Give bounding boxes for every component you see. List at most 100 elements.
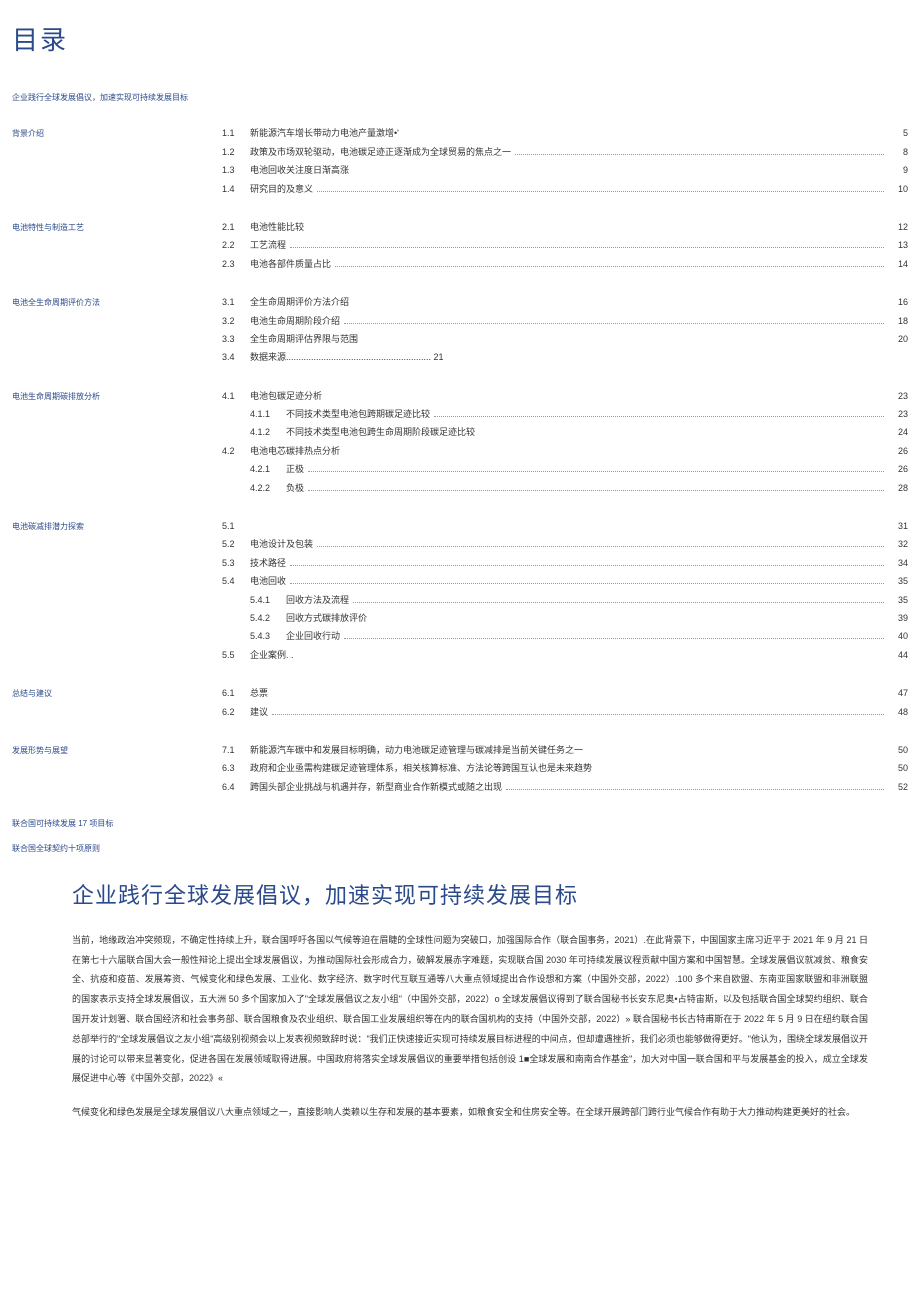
toc-section-heading[interactable]: 电池全生命周期评价方法: [12, 295, 222, 310]
toc-entry[interactable]: 4.2.1正极 26: [222, 462, 908, 476]
toc-entry[interactable]: 5.2电池设计及包装32: [222, 537, 908, 551]
toc-entry-page: 23: [888, 389, 908, 403]
toc-entry-number: 6.2: [222, 705, 250, 719]
toc-entry[interactable]: 5.4电池回收 35: [222, 574, 908, 588]
toc-entry-page: 28: [888, 481, 908, 495]
toc-entry-number: 1.1: [222, 126, 250, 140]
toc-section-heading[interactable]: 电池特性与制造工艺: [12, 220, 222, 235]
toc-section-heading[interactable]: 电池生命周期碳排放分析: [12, 389, 222, 404]
toc-entry-text: 回收方法及流程: [286, 593, 349, 607]
toc-entry[interactable]: 3.1全生命周期评价方法介绍16: [222, 295, 908, 309]
toc-entry-text: 回收方式碳排放评价: [286, 611, 367, 625]
toc-entry-page: 23: [888, 407, 908, 421]
toc-entry[interactable]: 1.2政策及市场双轮驱动，电池碳足迹正逐渐成为全球贸易的焦点之一8: [222, 145, 908, 159]
toc-entry-number: 3.2: [222, 314, 250, 328]
toc-entry-number: 4.2.1: [222, 462, 286, 476]
toc-section: 发展形势与展望7.1新能源汽车碳中和发展目标明确，动力电池碳足迹管理与碳减排是当…: [12, 743, 908, 798]
toc-entry-text: 跨国头部企业挑战与机遇并存，新型商业合作新模式或随之出现: [250, 780, 502, 794]
toc-leader-dots: [290, 247, 884, 248]
toc-entry[interactable]: 5.4.1回收方法及流程35: [222, 593, 908, 607]
toc-entry[interactable]: 1.4研究目的及意义10: [222, 182, 908, 196]
toc-entry-page: 31: [888, 519, 908, 533]
page-title: 目录: [12, 20, 908, 62]
toc-entry-page: 48: [888, 705, 908, 719]
toc-entry[interactable]: 5.4.3企业回收行动40: [222, 629, 908, 643]
toc-entry[interactable]: 4.1.1不同技术类型电池包跨期碳足迹比较23: [222, 407, 908, 421]
toc-entry-page: 34: [888, 556, 908, 570]
toc-entry-page: 44: [888, 648, 908, 662]
toc-entry[interactable]: 6.2建议 48: [222, 705, 908, 719]
toc-entry-text: 工艺流程: [250, 238, 286, 252]
toc-section-heading[interactable]: 电池碳减排潜力探索: [12, 519, 222, 534]
toc-entry-text: 总票: [250, 686, 268, 700]
toc-entry[interactable]: 6.4跨国头部企业挑战与机遇并存，新型商业合作新模式或随之出现52: [222, 780, 908, 794]
toc-entry-page: 16: [888, 295, 908, 309]
toc-entry-text: 不同技术类型电池包跨生命周期阶段碳足迹比较: [286, 425, 475, 439]
toc-entry-text: 研究目的及意义: [250, 182, 313, 196]
toc-entry[interactable]: 5.131: [222, 519, 908, 533]
toc-entry-number: 5.5: [222, 648, 250, 662]
toc-entry-text: 电池回收关注度日渐高涨: [250, 163, 349, 177]
toc-entry-number: 5.2: [222, 537, 250, 551]
toc-entry-number: 4.2.2: [222, 481, 286, 495]
toc-entry-number: 5.4: [222, 574, 250, 588]
toc-entry-text: 电池设计及包装: [250, 537, 313, 551]
toc-entry[interactable]: 2.2工艺流程 13: [222, 238, 908, 252]
toc-entry[interactable]: 6.1总票47: [222, 686, 908, 700]
toc-section-items: 7.1新能源汽车碳中和发展目标明确，动力电池碳足迹管理与碳减排是当前关键任务之一…: [222, 743, 908, 798]
toc-entry-text: 数据来源....................................…: [250, 350, 444, 364]
appendix-link[interactable]: 联合国全球契约十项原则: [12, 843, 908, 856]
toc-entry-number: 2.3: [222, 257, 250, 271]
toc-entry[interactable]: 3.4数据来源.................................…: [222, 350, 908, 364]
toc-entry-number: 5.4.3: [222, 629, 286, 643]
toc-entry-text: 建议: [250, 705, 268, 719]
toc-entry-number: 5.4.2: [222, 611, 286, 625]
toc-entry-text: 全生命周期评估界限与范围: [250, 332, 358, 346]
toc-entry-number: 2.2: [222, 238, 250, 252]
toc-entry-page: 24: [888, 425, 908, 439]
toc-entry-page: 10: [888, 182, 908, 196]
toc-entry-page: 8: [888, 145, 908, 159]
article-paragraph: 当前，地缘政治冲突频现，不确定性持续上升，联合国呼吁各国以气候等迫在眉睫的全球性…: [72, 931, 868, 1089]
toc-section-items: 5.131 5.2电池设计及包装32 5.3技术路径34 5.4电池回收 35 5.4.1…: [222, 519, 908, 666]
toc-section-heading[interactable]: 总结与建议: [12, 686, 222, 701]
toc-section-heading[interactable]: 发展形势与展望: [12, 743, 222, 758]
toc-entry[interactable]: 7.1新能源汽车碳中和发展目标明确，动力电池碳足迹管理与碳减排是当前关键任务之一…: [222, 743, 908, 757]
toc-entry-text: 新能源汽车增长带动力电池产量激增•': [250, 126, 399, 140]
toc-entry-text: 电池回收: [250, 574, 286, 588]
toc-entry[interactable]: 5.5企业案例. .44: [222, 648, 908, 662]
toc-entry[interactable]: 4.2电池电芯碳排热点分析26: [222, 444, 908, 458]
toc-leader-dots: [344, 323, 884, 324]
article-body: 企业践行全球发展倡议，加速实现可持续发展目标 当前，地缘政治冲突频现，不确定性持…: [12, 868, 908, 1123]
toc-entry[interactable]: 4.2.2负极28: [222, 481, 908, 495]
toc-entry-text: 政府和企业亟需构建碳足迹管理体系，相关核算标准、方法论等跨国互认也是未来趋势: [250, 761, 592, 775]
toc-entry-text: 正极: [286, 462, 304, 476]
toc-entry[interactable]: 3.2电池生命周期阶段介绍18: [222, 314, 908, 328]
toc-leader-dots: [308, 471, 884, 472]
toc-entry[interactable]: 5.4.2回收方式碳排放评价 39: [222, 611, 908, 625]
toc-entry-text: 政策及市场双轮驱动，电池碳足迹正逐渐成为全球贸易的焦点之一: [250, 145, 511, 159]
toc-entry[interactable]: 4.1电池包碳足迹分析23: [222, 389, 908, 403]
toc-section-heading[interactable]: 背景介绍: [12, 126, 222, 141]
appendix-link[interactable]: 联合国可持续发展 17 项目标: [12, 818, 908, 831]
toc-entry[interactable]: 2.3电池各部件质量占比14: [222, 257, 908, 271]
toc-entry[interactable]: 1.3电池回收关注度日渐高涨9: [222, 163, 908, 177]
toc-leader-dots: [317, 191, 884, 192]
toc-entry[interactable]: 5.3技术路径34: [222, 556, 908, 570]
toc-entry-text: 不同技术类型电池包跨期碳足迹比较: [286, 407, 430, 421]
toc-entry[interactable]: 4.1.2不同技术类型电池包跨生命周期阶段碳足迹比较24: [222, 425, 908, 439]
toc-entry-page: 18: [888, 314, 908, 328]
toc-entry-page: 13: [888, 238, 908, 252]
toc-entry-text: 新能源汽车碳中和发展目标明确，动力电池碳足迹管理与碳减排是当前关键任务之一: [250, 743, 583, 757]
toc-entry-page: 26: [888, 462, 908, 476]
toc-entry[interactable]: 1.1新能源汽车增长带动力电池产量激增•'5: [222, 126, 908, 140]
toc-entry-page: 39: [888, 611, 908, 625]
toc-entry[interactable]: 6.3政府和企业亟需构建碳足迹管理体系，相关核算标准、方法论等跨国互认也是未来趋…: [222, 761, 908, 775]
toc-entry[interactable]: 3.3全生命周期评估界限与范围20: [222, 332, 908, 346]
toc-entry-number: 3.3: [222, 332, 250, 346]
toc-section: 总结与建议6.1总票47 6.2建议 48: [12, 686, 908, 723]
toc-entry-page: 35: [888, 574, 908, 588]
article-title: 企业践行全球发展倡议，加速实现可持续发展目标: [72, 878, 868, 913]
toc-entry[interactable]: 2.1电池性能比较12: [222, 220, 908, 234]
toc-entry-number: 4.2: [222, 444, 250, 458]
